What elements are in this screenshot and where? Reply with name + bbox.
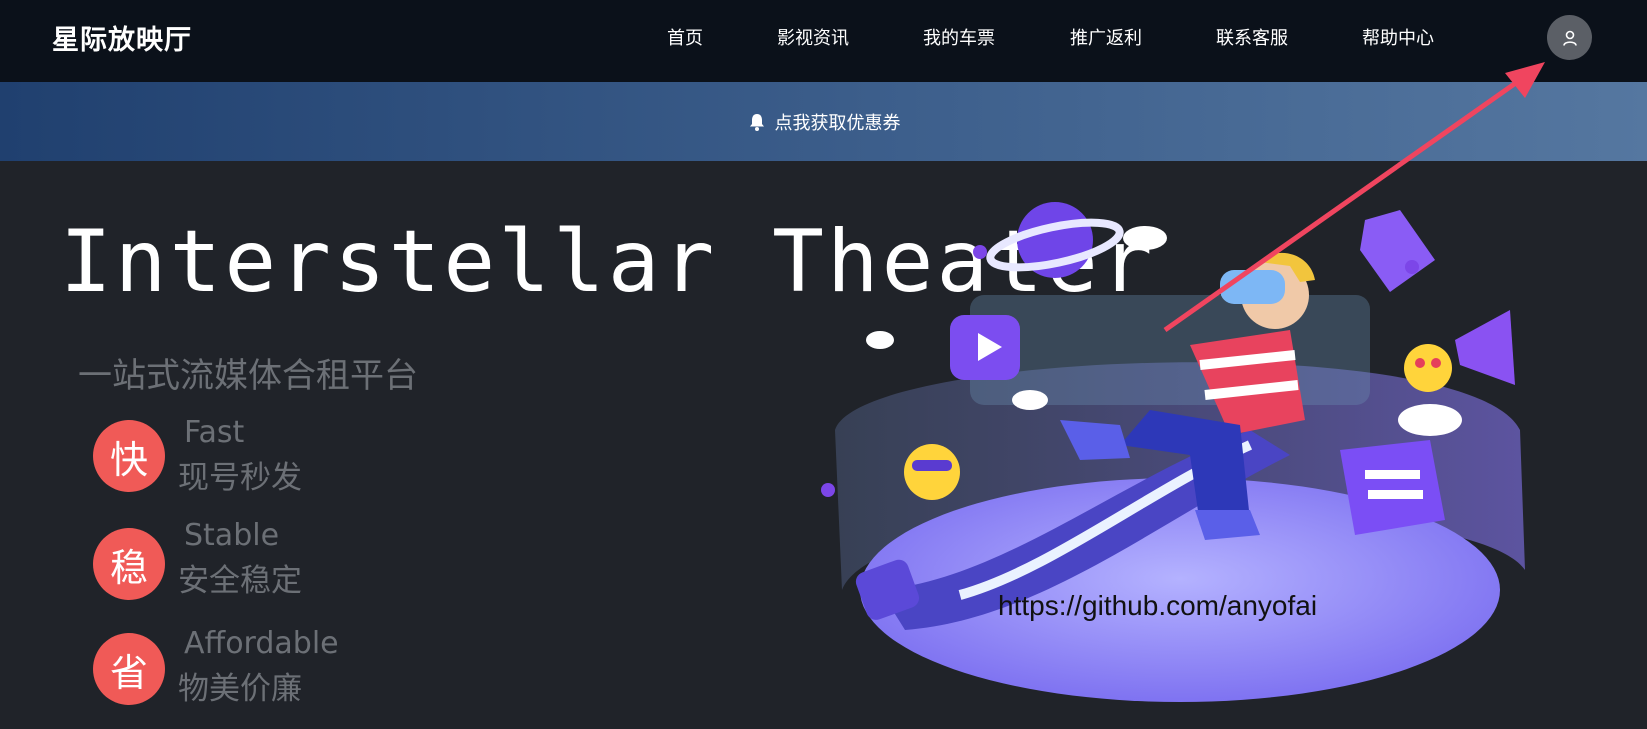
- feature-badge-affordable: 省: [93, 633, 165, 705]
- nav-customer-service[interactable]: 联系客服: [1216, 24, 1288, 50]
- feature-desc-affordable: 物美价廉: [178, 671, 302, 707]
- bell-icon: [749, 113, 764, 131]
- feature-title-fast: Fast: [184, 415, 245, 450]
- coupon-banner-text: 点我获取优惠券: [774, 112, 901, 134]
- nav-movie-news[interactable]: 影视资讯: [777, 24, 849, 50]
- user-icon: [1562, 30, 1577, 46]
- github-watermark: https://github.com/anyofai: [998, 590, 1318, 621]
- hero-subtitle: 一站式流媒体合租平台: [78, 356, 418, 396]
- cloud-decoration: [1123, 226, 1167, 250]
- feature-desc-stable: 安全稳定: [178, 563, 302, 599]
- coupon-banner[interactable]: 点我获取优惠券: [0, 82, 1647, 161]
- folder-icon: [1360, 210, 1435, 292]
- nav-referral-rebate[interactable]: 推广返利: [1070, 24, 1142, 50]
- user-avatar-button[interactable]: [1547, 15, 1592, 60]
- site-logo[interactable]: 星际放映厅: [52, 18, 192, 57]
- heart-eyes-emoji: [1404, 344, 1452, 392]
- vr-cinema-illustration: [821, 202, 1525, 702]
- feature-title-affordable: Affordable: [184, 626, 339, 661]
- sunglasses-emoji: [904, 444, 960, 500]
- vr-headset: [1220, 270, 1285, 304]
- nav-home[interactable]: 首页: [667, 24, 703, 50]
- top-navigation-bar: 星际放映厅 首页 影视资讯 我的车票 推广返利 联系客服 帮助中心: [0, 0, 1647, 82]
- megaphone-icon: [1455, 310, 1515, 385]
- nav-my-tickets[interactable]: 我的车票: [923, 24, 995, 50]
- feature-badge-fast: 快: [93, 420, 165, 492]
- feature-title-stable: Stable: [184, 518, 280, 553]
- nav-help-center[interactable]: 帮助中心: [1362, 24, 1434, 50]
- clapperboard-icon: [1340, 440, 1445, 535]
- screen-panel: [970, 295, 1370, 405]
- feature-desc-fast: 现号秒发: [178, 460, 302, 496]
- feature-badge-stable: 稳: [93, 528, 165, 600]
